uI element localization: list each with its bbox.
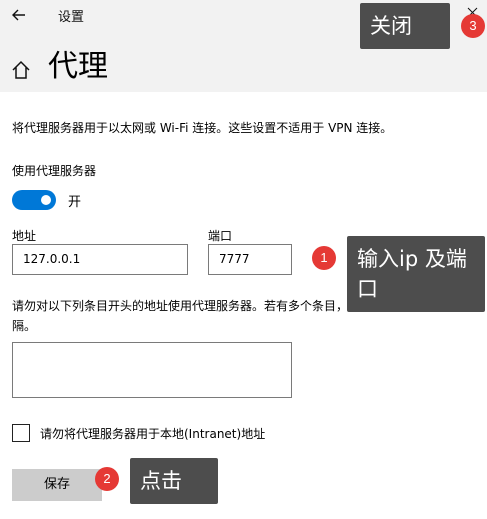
toggle-state-label: 开 xyxy=(68,195,82,210)
callout-close: 关闭 xyxy=(360,3,450,49)
home-button[interactable] xyxy=(10,59,32,81)
bypass-local-checkbox[interactable] xyxy=(12,424,30,442)
home-icon xyxy=(12,60,30,79)
window-title: 设置 xyxy=(58,10,85,25)
exclude-textarea[interactable] xyxy=(12,342,292,398)
page-title: 代理 xyxy=(48,49,108,84)
port-label: 端口 xyxy=(208,229,233,243)
address-label: 地址 xyxy=(12,229,37,243)
port-input[interactable]: 7777 xyxy=(208,244,292,275)
save-button[interactable]: 保存 xyxy=(12,469,102,501)
proxy-description: 将代理服务器用于以太网或 Wi-Fi 连接。这些设置不适用于 VPN 连接。 xyxy=(12,121,393,135)
use-proxy-label: 使用代理服务器 xyxy=(12,164,97,178)
address-input[interactable]: 127.0.0.1 xyxy=(12,244,188,275)
toggle-knob xyxy=(41,195,51,205)
callout-save: 点击 xyxy=(130,458,218,504)
back-button[interactable] xyxy=(8,4,30,26)
use-proxy-toggle[interactable] xyxy=(12,190,56,210)
arrow-left-icon xyxy=(12,9,25,21)
step-badge-1: 1 xyxy=(312,246,336,270)
callout-input: 输入ip 及端口 xyxy=(347,236,485,312)
bypass-local-label: 请勿将代理服务器用于本地(Intranet)地址 xyxy=(40,427,266,441)
step-badge-2: 2 xyxy=(95,467,119,491)
step-badge-3: 3 xyxy=(461,14,485,38)
